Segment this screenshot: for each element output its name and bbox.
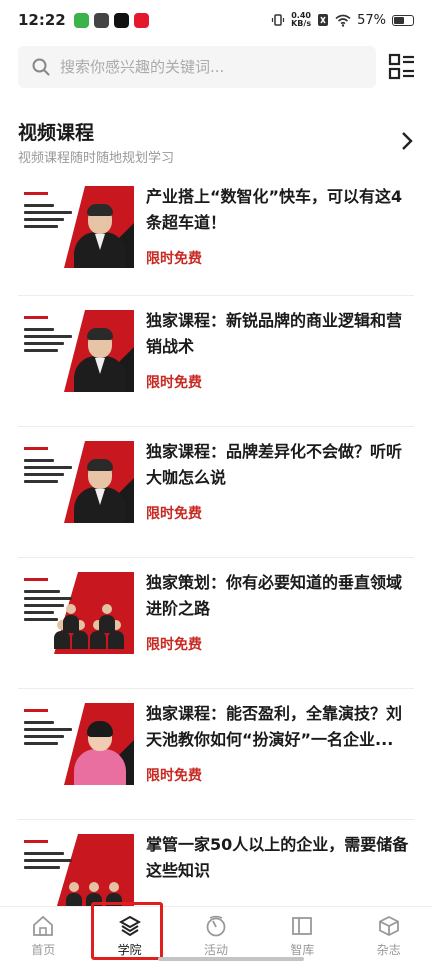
tiktok-icon: [113, 12, 129, 28]
home-icon: [33, 915, 54, 936]
course-thumbnail: [18, 703, 134, 785]
course-item[interactable]: 独家策划：你有必要知道的垂直领域 进阶之路 限时免费: [18, 558, 414, 689]
active-tab-highlight: [91, 902, 163, 960]
course-title-line: 独家课程：新锐品牌的商业逻辑和营: [146, 311, 403, 330]
nav-home[interactable]: 首页: [0, 907, 86, 964]
battery-percent: 57%: [357, 12, 386, 28]
nav-label: 杂志: [376, 943, 401, 957]
nav-label: 活动: [203, 943, 228, 957]
course-title-line: 独家策划：你有必要知道的垂直领域: [146, 573, 403, 592]
search-icon: [32, 58, 50, 76]
battery-level: [394, 16, 404, 24]
app-notification-icon: [93, 12, 109, 28]
section-subtitle: 视频课程随时随地规划学习: [18, 151, 175, 166]
course-title: 独家课程：能否盈利，全靠演技？刘 天池教你如何“扮演好”一名企业...: [146, 701, 416, 753]
net-speed-unit: KB/s: [291, 19, 312, 28]
nav-think-tank[interactable]: 智库: [259, 907, 345, 964]
net-speed: 0.40 KB/s: [291, 12, 311, 28]
activity-icon: [206, 915, 226, 937]
nav-activity[interactable]: 活动: [173, 907, 259, 964]
course-title-line: 销战术: [146, 337, 195, 356]
category-menu-icon[interactable]: [388, 52, 416, 82]
status-time: 12:22: [18, 11, 66, 29]
course-title-line: 独家课程：品牌差异化不会做？听听: [146, 442, 403, 461]
free-badge: 限时免费: [146, 375, 202, 391]
course-thumbnail: [18, 310, 134, 392]
search-input[interactable]: [60, 58, 350, 76]
course-item[interactable]: 独家课程：能否盈利，全靠演技？刘 天池教你如何“扮演好”一名企业... 限时免费: [18, 689, 414, 820]
sim-icon: [318, 14, 329, 26]
course-title-line: 这些知识: [146, 861, 211, 880]
nav-label: 首页: [31, 943, 56, 957]
weibo-icon: [133, 12, 149, 28]
nav-magazine[interactable]: 杂志: [346, 907, 432, 964]
status-indicators: 0.40 KB/s 57%: [271, 12, 414, 28]
app-notification-icon: [73, 12, 89, 28]
course-item[interactable]: 独家课程：品牌差异化不会做？听听 大咖怎么说 限时免费: [18, 427, 414, 558]
notification-icons: [73, 12, 149, 28]
course-item[interactable]: 产业搭上“数智化”快车，可以有这4 条超车道！ 限时免费: [18, 172, 414, 296]
course-thumbnail: [18, 186, 134, 268]
wifi-icon: [335, 14, 351, 27]
course-item[interactable]: 独家课程：新锐品牌的商业逻辑和营 销战术 限时免费: [18, 296, 414, 427]
course-title: 独家课程：新锐品牌的商业逻辑和营 销战术: [146, 308, 416, 360]
course-title-line: 天池教你如何“扮演好”一名企业...: [146, 730, 394, 749]
course-title: 产业搭上“数智化”快车，可以有这4 条超车道！: [146, 184, 416, 236]
free-badge: 限时免费: [146, 506, 202, 522]
chevron-right-icon[interactable]: [400, 130, 414, 152]
search-bar[interactable]: [18, 46, 376, 88]
course-title: 独家课程：品牌差异化不会做？听听 大咖怎么说: [146, 439, 416, 491]
status-bar: 12:22 0.40 KB/s 57%: [0, 0, 432, 40]
bottom-nav: 首页 学院 活动 智库 杂志: [0, 906, 432, 964]
course-title-line: 大咖怎么说: [146, 468, 227, 487]
section-title: 视频课程: [18, 122, 95, 144]
course-thumbnail: [18, 572, 134, 654]
free-badge: 限时免费: [146, 637, 202, 653]
course-title-line: 产业搭上“数智化”快车，可以有这4: [146, 187, 403, 206]
free-badge: 限时免费: [146, 768, 202, 784]
course-thumbnail: [18, 441, 134, 523]
battery-icon: [392, 14, 414, 26]
course-title-line: 进阶之路: [146, 599, 211, 618]
free-badge: 限时免费: [146, 251, 202, 267]
course-title-line: 独家课程：能否盈利，全靠演技？刘: [146, 704, 403, 723]
cube-icon: [378, 915, 399, 937]
course-title: 独家策划：你有必要知道的垂直领域 进阶之路: [146, 570, 416, 622]
vibrate-icon: [272, 14, 285, 26]
book-icon: [292, 917, 313, 935]
course-title-line: 条超车道！: [146, 213, 227, 232]
course-title-line: 掌管一家50人以上的企业，需要储备: [146, 835, 409, 854]
nav-label: 智库: [290, 943, 315, 957]
course-title: 掌管一家50人以上的企业，需要储备 这些知识: [146, 832, 416, 884]
course-list: 产业搭上“数智化”快车，可以有这4 条超车道！ 限时免费 独家课程：新锐品牌的商…: [0, 172, 432, 951]
home-indicator[interactable]: [158, 957, 304, 961]
